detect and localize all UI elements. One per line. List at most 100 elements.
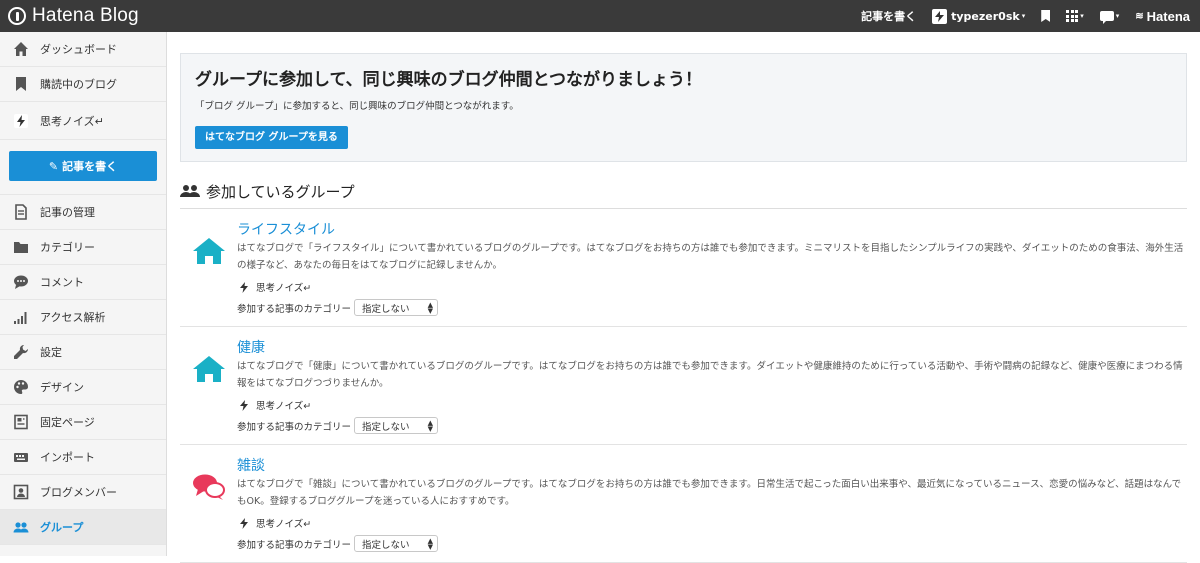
apps-menu[interactable]: ▾ (1066, 10, 1084, 22)
joined-blog-name: 思考ノイズ↵ (256, 401, 312, 412)
group-icon (12, 519, 29, 536)
promo-description: 「ブログ グループ」に参加すると、同じ興味のブログ仲間とつながれます。 (195, 101, 519, 112)
category-label: 参加する記事のカテゴリー (237, 303, 352, 315)
select-arrows-icon: ▲ ▼ (427, 536, 434, 551)
category-label: 参加する記事のカテゴリー (237, 539, 352, 551)
user-menu[interactable]: typezer0sk ▾ (932, 8, 1026, 24)
category-select[interactable]: 指定しない ▲ ▼ (354, 535, 439, 552)
group-description: はてなブログで「健康」について書かれているブログのグループです。はてなブログをお… (237, 361, 1183, 389)
group-item: 雑談 はてなブログで「雑談」について書かれているブログのグループです。はてなブロ… (180, 445, 1187, 563)
sidebar-item-label: デザイン (40, 381, 84, 394)
chat-bubbles-icon (180, 457, 237, 552)
joined-blog: 思考ノイズ↵ (237, 398, 1187, 412)
sidebar-item-blog[interactable]: 思考ノイズ↵ (0, 102, 166, 140)
notification-icon (1099, 11, 1114, 24)
top-bar: Hatena Blog 記事を書く typezer0sk ▾ ▾ ▾ ≋ Hat… (0, 0, 1200, 32)
chevron-down-icon: ▾ (1021, 12, 1026, 20)
signal-icon (12, 309, 29, 326)
edit-icon: ✎ (48, 159, 59, 173)
bookmark-button[interactable] (1041, 10, 1051, 22)
home-icon (12, 41, 29, 58)
sidebar-item-members[interactable]: ブログメンバー (0, 475, 166, 510)
group-item: 健康 はてなブログで「健康」について書かれているブログのグループです。はてなブロ… (180, 327, 1187, 445)
view-blog-groups-button[interactable]: はてなブログ グループを見る (195, 126, 348, 149)
sidebar-item-analytics[interactable]: アクセス解析 (0, 300, 166, 335)
joined-blog: 思考ノイズ↵ (237, 516, 1187, 530)
username: typezer0sk (951, 9, 1020, 23)
house-icon (180, 221, 237, 316)
category-row: 参加する記事のカテゴリー 指定しない ▲ ▼ (237, 417, 1187, 434)
sidebar-item-design[interactable]: デザイン (0, 370, 166, 405)
hatena-brand-link[interactable]: ≋ Hatena (1135, 9, 1190, 24)
group-name-link[interactable]: ライフスタイル (237, 221, 1187, 239)
category-label: 参加する記事のカテゴリー (237, 421, 352, 433)
sidebar-item-label: ブログメンバー (40, 486, 117, 499)
document-icon (12, 204, 29, 221)
group-description: はてなブログで「雑談」について書かれているブログのグループです。はてなブログをお… (237, 479, 1182, 507)
joined-blog: 思考ノイズ↵ (237, 280, 1187, 294)
group-description: はてなブログで「ライフスタイル」について書かれているブログのグループです。はてな… (237, 243, 1184, 271)
group-item: ライフスタイル はてなブログで「ライフスタイル」について書かれているブログのグル… (180, 209, 1187, 327)
bookmark-icon (12, 76, 29, 93)
select-arrows-icon: ▲ ▼ (427, 300, 434, 315)
category-select[interactable]: 指定しない ▲ ▼ (354, 299, 439, 316)
bolt-icon (240, 517, 248, 529)
group-name-link[interactable]: 健康 (237, 339, 1187, 357)
category-select-value: 指定しない (362, 303, 410, 315)
sidebar-item-dashboard[interactable]: ダッシュボード (0, 32, 166, 67)
select-arrows-icon: ▲ ▼ (427, 418, 434, 433)
sidebar-item-settings[interactable]: 設定 (0, 335, 166, 370)
section-title: 参加しているグループ (206, 182, 355, 201)
sidebar-item-import[interactable]: インポート (0, 440, 166, 475)
group-promo-banner: グループに参加して、同じ興味のブログ仲間とつながりましょう！ 「ブログ グループ… (180, 53, 1187, 162)
bolt-icon (12, 112, 29, 129)
category-select[interactable]: 指定しない ▲ ▼ (354, 417, 439, 434)
category-row: 参加する記事のカテゴリー 指定しない ▲ ▼ (237, 535, 1187, 552)
user-avatar-bolt-icon (932, 8, 948, 24)
palette-icon (12, 379, 29, 396)
hatena-logo-icon (8, 7, 26, 25)
logo-text: Hatena Blog (32, 5, 139, 26)
grid-icon (1066, 10, 1079, 22)
joined-blog-name: 思考ノイズ↵ (256, 283, 312, 294)
section-heading: 参加しているグループ (180, 180, 1187, 209)
sidebar-item-groups[interactable]: グループ (0, 510, 166, 545)
sidebar-item-label: カテゴリー (40, 241, 95, 254)
bolt-icon (240, 281, 248, 293)
hatena-wave-icon: ≋ (1135, 10, 1144, 22)
member-icon (12, 484, 29, 501)
sidebar-item-pages[interactable]: 固定ページ (0, 405, 166, 440)
import-icon (12, 449, 29, 466)
group-icon (180, 185, 200, 197)
category-row: 参加する記事のカテゴリー 指定しない ▲ ▼ (237, 299, 1187, 316)
group-name-link[interactable]: 雑談 (237, 457, 1187, 475)
category-select-value: 指定しない (362, 539, 410, 551)
page-icon (12, 414, 29, 431)
folder-icon (12, 239, 29, 256)
sidebar-item-label: 購読中のブログ (40, 78, 117, 91)
main-content: グループに参加して、同じ興味のブログ仲間とつながりましょう！ 「ブログ グループ… (180, 32, 1187, 563)
comment-icon (12, 274, 29, 291)
brand-text: Hatena (1146, 8, 1190, 24)
sidebar-item-label: コメント (40, 276, 84, 289)
house-icon (180, 339, 237, 434)
write-button-label: 記事を書く (62, 160, 118, 173)
write-button-container: ✎ 記事を書く (0, 140, 166, 195)
sidebar-item-label: アクセス解析 (40, 311, 106, 324)
sidebar: ダッシュボード 購読中のブログ 思考ノイズ↵ ✎ 記事を書く 記事の管理 カテゴ… (0, 32, 167, 556)
sidebar-item-label: 記事の管理 (40, 206, 95, 219)
sidebar-item-subscriptions[interactable]: 購読中のブログ (0, 67, 166, 102)
category-select-value: 指定しない (362, 421, 410, 433)
write-article-button[interactable]: ✎ 記事を書く (9, 151, 157, 181)
sidebar-item-label: 思考ノイズ↵ (40, 114, 104, 128)
chevron-down-icon: ▾ (1115, 12, 1120, 20)
sidebar-item-categories[interactable]: カテゴリー (0, 230, 166, 265)
sidebar-item-comments[interactable]: コメント (0, 265, 166, 300)
sidebar-item-articles[interactable]: 記事の管理 (0, 195, 166, 230)
hatena-blog-logo[interactable]: Hatena Blog (8, 0, 139, 32)
joined-blog-name: 思考ノイズ↵ (256, 519, 312, 530)
sidebar-item-label: インポート (40, 451, 95, 464)
topbar-write-link[interactable]: 記事を書く (861, 8, 916, 24)
bolt-icon (240, 399, 248, 411)
notifications-menu[interactable]: ▾ (1099, 11, 1120, 24)
